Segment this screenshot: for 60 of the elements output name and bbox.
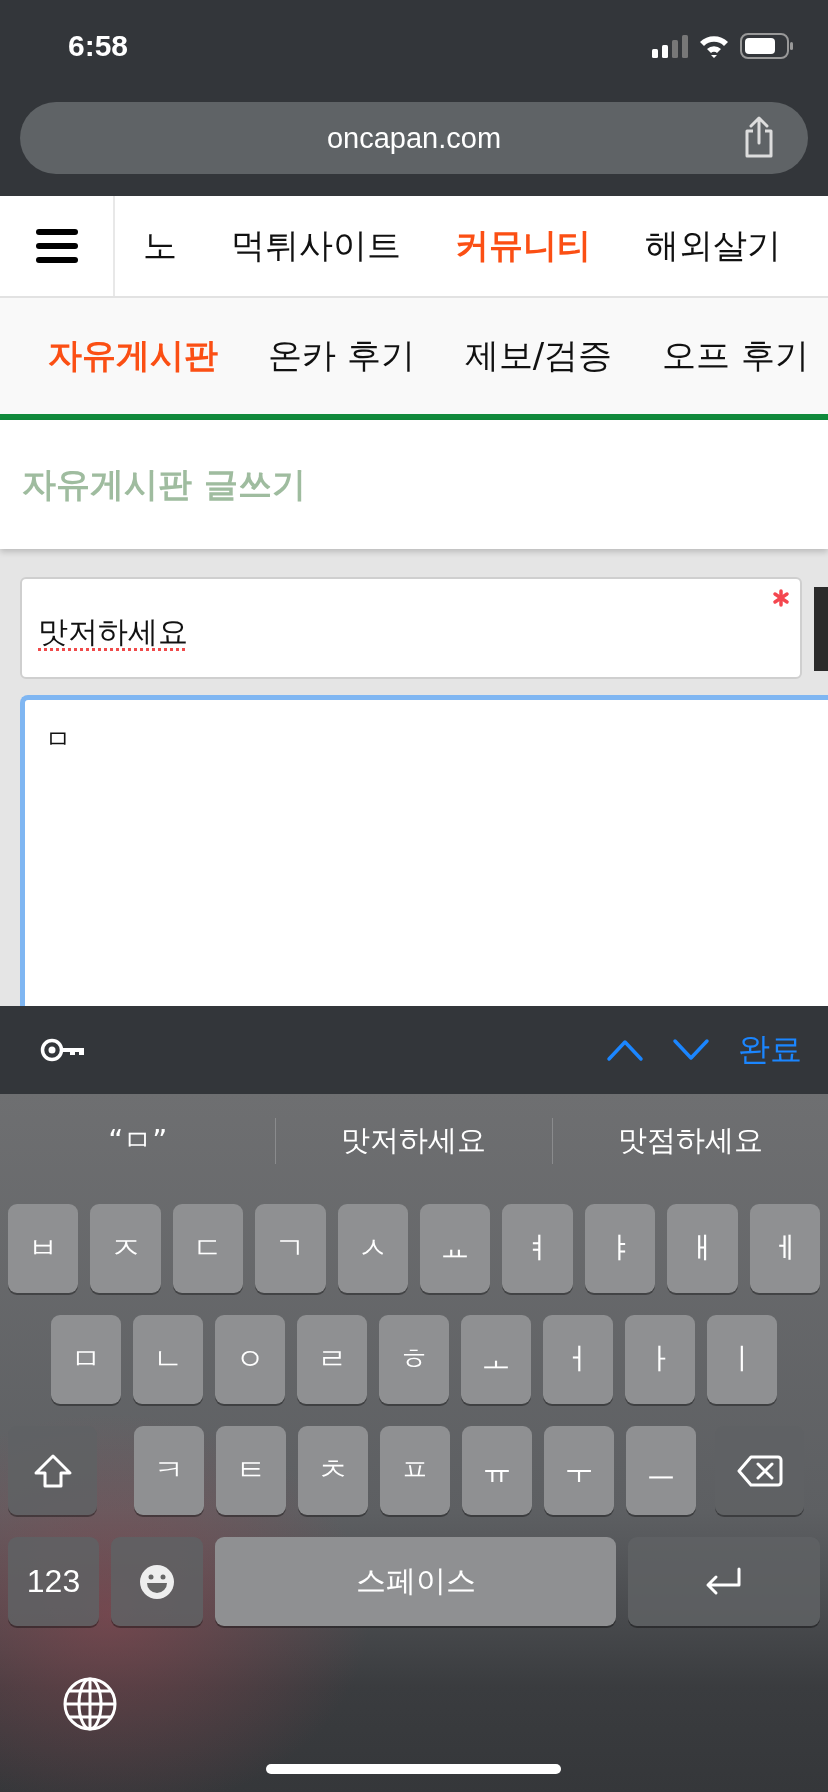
address-bar[interactable]: oncapan.com bbox=[20, 102, 808, 174]
key[interactable]: ㄴ bbox=[133, 1315, 203, 1404]
key[interactable]: ㅗ bbox=[461, 1315, 531, 1404]
key[interactable]: ㅐ bbox=[667, 1204, 738, 1293]
content-field[interactable]: ㅁ bbox=[20, 695, 828, 1006]
status-time: 6:58 bbox=[68, 29, 129, 63]
key[interactable]: ㅑ bbox=[584, 1204, 656, 1293]
suggestion[interactable]: 맛점하세요 bbox=[552, 1111, 828, 1171]
key[interactable]: ㅠ bbox=[462, 1426, 532, 1515]
key[interactable]: ㄷ bbox=[172, 1204, 244, 1293]
key[interactable]: ㅅ bbox=[337, 1204, 409, 1293]
key[interactable]: ㅔ bbox=[749, 1204, 821, 1293]
key[interactable]: ㅛ bbox=[420, 1204, 491, 1293]
key[interactable]: ㅡ bbox=[626, 1426, 696, 1515]
board-tab[interactable]: 자유게시판 bbox=[48, 333, 218, 379]
key[interactable]: ㅓ bbox=[543, 1315, 613, 1404]
key[interactable]: ㅇ bbox=[215, 1315, 285, 1404]
globe-icon[interactable] bbox=[62, 1676, 118, 1732]
wifi-icon bbox=[698, 34, 730, 58]
key[interactable]: ㅋ bbox=[134, 1426, 204, 1515]
emoji-key[interactable] bbox=[111, 1537, 203, 1626]
key[interactable]: ㅎ bbox=[379, 1315, 449, 1404]
nav-tab[interactable]: 노 bbox=[143, 223, 177, 269]
key[interactable]: ㅜ bbox=[544, 1426, 614, 1515]
suggestion[interactable]: 맛저하세요 bbox=[276, 1111, 552, 1171]
suggestion[interactable]: “ㅁ” bbox=[0, 1111, 276, 1171]
nav-tab[interactable]: 해외살기 bbox=[645, 223, 781, 269]
key[interactable]: ㅍ bbox=[380, 1426, 450, 1515]
page-title: 자유게시판 글쓰기 bbox=[22, 462, 306, 506]
nav-tab[interactable]: 커뮤니티 bbox=[455, 223, 591, 269]
board-tab[interactable]: 온카 후기 bbox=[268, 333, 415, 379]
key[interactable]: ㅣ bbox=[707, 1315, 777, 1404]
emoji-icon bbox=[139, 1563, 175, 1600]
key-icon[interactable] bbox=[40, 1037, 86, 1063]
shift-icon bbox=[32, 1452, 73, 1489]
url-text: oncapan.com bbox=[326, 121, 502, 155]
numbers-key[interactable]: 123 bbox=[8, 1537, 99, 1626]
key[interactable]: ㅈ bbox=[90, 1204, 161, 1293]
title-value: 맛저하세요 bbox=[38, 612, 188, 651]
done-button[interactable]: 완료 bbox=[738, 1028, 802, 1072]
key[interactable]: ㄹ bbox=[297, 1315, 367, 1404]
signal-icon bbox=[652, 34, 688, 58]
key[interactable]: ㅊ bbox=[298, 1426, 368, 1515]
battery-icon bbox=[740, 33, 794, 59]
board-tab[interactable]: 제보/검증 bbox=[464, 333, 613, 379]
menu-icon[interactable] bbox=[35, 229, 78, 263]
chevron-down-icon[interactable] bbox=[672, 1038, 710, 1062]
content-value: ㅁ bbox=[45, 724, 71, 754]
key[interactable]: ㄱ bbox=[255, 1204, 326, 1293]
title-field[interactable]: 맛저하세요 bbox=[20, 577, 802, 679]
key[interactable]: ㅏ bbox=[625, 1315, 695, 1404]
key[interactable]: ㅁ bbox=[51, 1315, 121, 1404]
key[interactable]: ㅕ bbox=[502, 1204, 573, 1293]
nav-tab[interactable]: 먹튀사이트 bbox=[231, 223, 401, 269]
key[interactable]: ㅂ bbox=[8, 1204, 79, 1293]
space-key[interactable]: 스페이스 bbox=[215, 1537, 616, 1626]
board-tab[interactable]: 오프 후기 bbox=[662, 333, 810, 379]
key[interactable]: ㅌ bbox=[216, 1426, 286, 1515]
backspace-icon bbox=[736, 1453, 783, 1488]
chevron-up-icon[interactable] bbox=[606, 1038, 644, 1062]
